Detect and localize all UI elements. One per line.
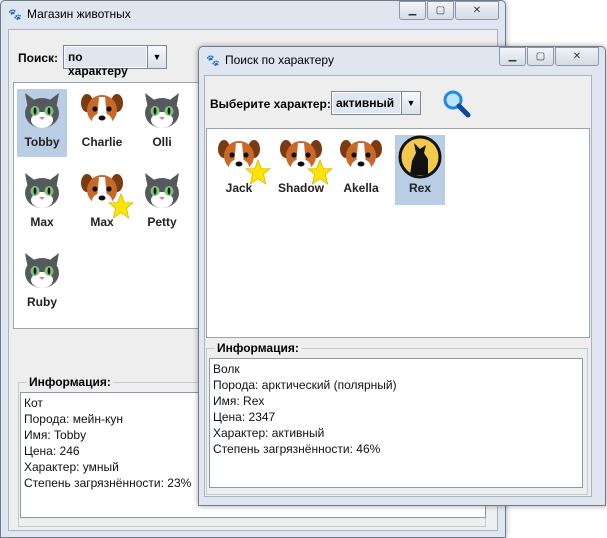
search-titlebar[interactable]: 🐾 Поиск по характеру ▁ ▢ ✕ — [199, 47, 605, 73]
cat-icon — [140, 89, 184, 133]
animal-item[interactable]: Petty — [137, 169, 187, 237]
minimize-icon: ▁ — [408, 5, 417, 16]
animal-name: Charlie — [81, 135, 123, 149]
wolf-icon — [398, 135, 442, 179]
cat-icon — [140, 169, 184, 213]
info-line: Характер: активный — [213, 426, 325, 440]
dog-icon — [80, 89, 124, 133]
search-label: Поиск: — [18, 51, 59, 65]
info-line: Имя: Rex — [213, 394, 265, 408]
dog-icon — [279, 135, 333, 185]
search-mode-value: по характеру — [64, 46, 147, 78]
character-select[interactable]: активный ▼ — [331, 91, 421, 115]
maximize-icon: ▢ — [535, 51, 546, 62]
animal-item[interactable]: Max — [77, 169, 134, 239]
info-line: Степень загрязнённости: 46% — [213, 442, 381, 456]
animal-item[interactable]: Olli — [137, 89, 187, 157]
main-titlebar[interactable]: 🐾 Магазин животных ▁ ▢ ✕ — [1, 1, 505, 27]
chevron-down-icon[interactable]: ▼ — [147, 46, 166, 68]
paw-icon: 🐾 — [8, 8, 22, 21]
minimize-icon: ▁ — [508, 51, 517, 62]
search-window: 🐾 Поиск по характеру ▁ ▢ ✕ Выберите хара… — [198, 46, 606, 506]
animal-item[interactable]: Jack — [214, 135, 271, 203]
animal-name: Petty — [147, 215, 177, 229]
maximize-icon: ▢ — [435, 5, 446, 16]
search-animal-grid: Jack Shadow Akella Rex — [206, 128, 590, 338]
animal-item[interactable]: Shadow — [276, 135, 333, 203]
maximize-button[interactable]: ▢ — [527, 47, 554, 66]
animal-item[interactable]: Charlie — [77, 89, 127, 157]
minimize-button[interactable]: ▁ — [499, 47, 526, 66]
dog-icon — [339, 135, 383, 179]
animal-name: Olli — [152, 135, 172, 149]
cat-icon — [20, 89, 64, 133]
animal-item[interactable]: Max — [17, 169, 67, 237]
search-button[interactable] — [441, 88, 471, 118]
animal-name: Akella — [343, 181, 379, 195]
main-window-title: Магазин животных — [27, 7, 131, 21]
info-line: Волк — [213, 362, 240, 376]
animal-name: Ruby — [27, 295, 57, 309]
dog-icon — [80, 169, 134, 219]
animal-item[interactable]: Tobby — [17, 89, 67, 157]
search-info-title: Информация: — [215, 341, 301, 355]
cat-icon — [20, 169, 64, 213]
search-client-area: Выберите характер: активный ▼ Jack Shadow… — [204, 75, 592, 497]
main-info-title: Информация: — [27, 375, 113, 389]
cat-icon — [20, 249, 64, 293]
maximize-button[interactable]: ▢ — [427, 1, 454, 20]
animal-name: Tobby — [24, 135, 60, 149]
animal-item[interactable]: Ruby — [17, 249, 67, 317]
close-icon: ✕ — [472, 5, 482, 16]
chevron-down-icon[interactable]: ▼ — [401, 92, 420, 114]
close-icon: ✕ — [572, 51, 582, 62]
animal-name: Max — [30, 215, 54, 229]
search-window-title: Поиск по характеру — [225, 53, 334, 67]
character-value: активный — [332, 92, 401, 114]
star-icon — [108, 193, 134, 219]
animal-item[interactable]: Rex — [395, 135, 445, 205]
search-info-group: Информация: Волк Порода: арктический (пол… — [206, 341, 588, 495]
dog-icon — [217, 135, 271, 185]
search-info-text: Волк Порода: арктический (полярный) Имя: R… — [209, 358, 583, 488]
choose-character-label: Выберите характер: — [210, 97, 331, 111]
star-icon — [307, 159, 333, 185]
search-mode-select[interactable]: по характеру ▼ — [63, 45, 167, 78]
animal-name: Rex — [408, 181, 431, 195]
paw-icon: 🐾 — [206, 54, 220, 67]
close-button[interactable]: ✕ — [555, 47, 599, 66]
magnifier-icon — [443, 90, 471, 118]
info-line: Порода: арктический (полярный) — [213, 378, 397, 392]
animal-item[interactable]: Akella — [336, 135, 386, 203]
close-button[interactable]: ✕ — [455, 1, 499, 20]
star-icon — [245, 159, 271, 185]
minimize-button[interactable]: ▁ — [399, 1, 426, 20]
info-line: Цена: 2347 — [213, 410, 276, 424]
